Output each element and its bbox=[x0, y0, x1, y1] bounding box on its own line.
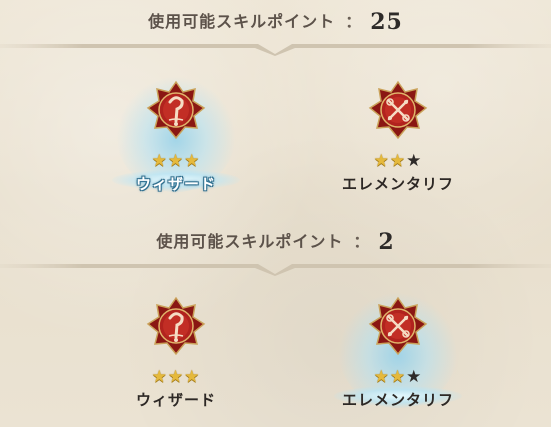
rarity-stars: ★★★ bbox=[318, 368, 478, 386]
star-icon: ★ bbox=[373, 367, 390, 387]
skill-points-header: 使用可能スキルポイント ： 25 bbox=[0, 8, 551, 35]
skill-points-colon: ： bbox=[353, 232, 371, 251]
star-icon: ★ bbox=[184, 151, 201, 171]
star-icon: ★ bbox=[389, 151, 407, 171]
section-divider bbox=[0, 44, 551, 56]
class-name: ウィザード bbox=[135, 391, 216, 409]
skill-points-value: 2 bbox=[378, 229, 395, 255]
skill-points-label: 使用可能スキルポイント bbox=[156, 232, 344, 251]
elementalist-emblem-icon bbox=[368, 296, 428, 356]
elementalist-emblem-icon bbox=[368, 80, 428, 140]
wizard-emblem-icon bbox=[146, 80, 206, 140]
skill-section-2: 使用可能スキルポイント： 2 ★★★ ウィザード ★★★ エレメンタリフ bbox=[0, 222, 551, 427]
section-divider bbox=[0, 264, 551, 276]
rarity-stars: ★★★ bbox=[96, 368, 256, 386]
skill-points-header: 使用可能スキルポイント ： 2 bbox=[0, 228, 551, 255]
skill-section-1: 使用可能スキルポイント： 25 ★★★ ウィザード ★★★ エレメンタリフ bbox=[0, 0, 551, 210]
empty-star-icon: ★ bbox=[406, 367, 423, 387]
class-card-elementalist[interactable]: ★★★ エレメンタリフ bbox=[318, 80, 478, 210]
class-name: ウィザード bbox=[135, 175, 216, 193]
star-icon: ★ bbox=[167, 151, 185, 171]
rarity-stars: ★★★ bbox=[96, 152, 256, 170]
star-icon: ★ bbox=[151, 151, 168, 171]
class-card-wizard[interactable]: ★★★ ウィザード bbox=[96, 296, 256, 426]
class-card-elementalist[interactable]: ★★★ エレメンタリフ bbox=[318, 292, 478, 426]
star-icon: ★ bbox=[373, 151, 390, 171]
star-icon: ★ bbox=[167, 367, 185, 387]
skill-points-colon: ： bbox=[345, 12, 363, 31]
star-icon: ★ bbox=[151, 367, 168, 387]
rarity-stars: ★★★ bbox=[318, 152, 478, 170]
star-icon: ★ bbox=[184, 367, 201, 387]
empty-star-icon: ★ bbox=[406, 151, 423, 171]
star-icon: ★ bbox=[389, 367, 407, 387]
class-name: エレメンタリフ bbox=[341, 391, 454, 409]
class-card-wizard[interactable]: ★★★ ウィザード bbox=[96, 76, 256, 210]
skill-points-label: 使用可能スキルポイント bbox=[148, 12, 336, 31]
skill-points-value: 25 bbox=[370, 9, 403, 35]
class-name: エレメンタリフ bbox=[341, 175, 454, 193]
wizard-emblem-icon bbox=[146, 296, 206, 356]
